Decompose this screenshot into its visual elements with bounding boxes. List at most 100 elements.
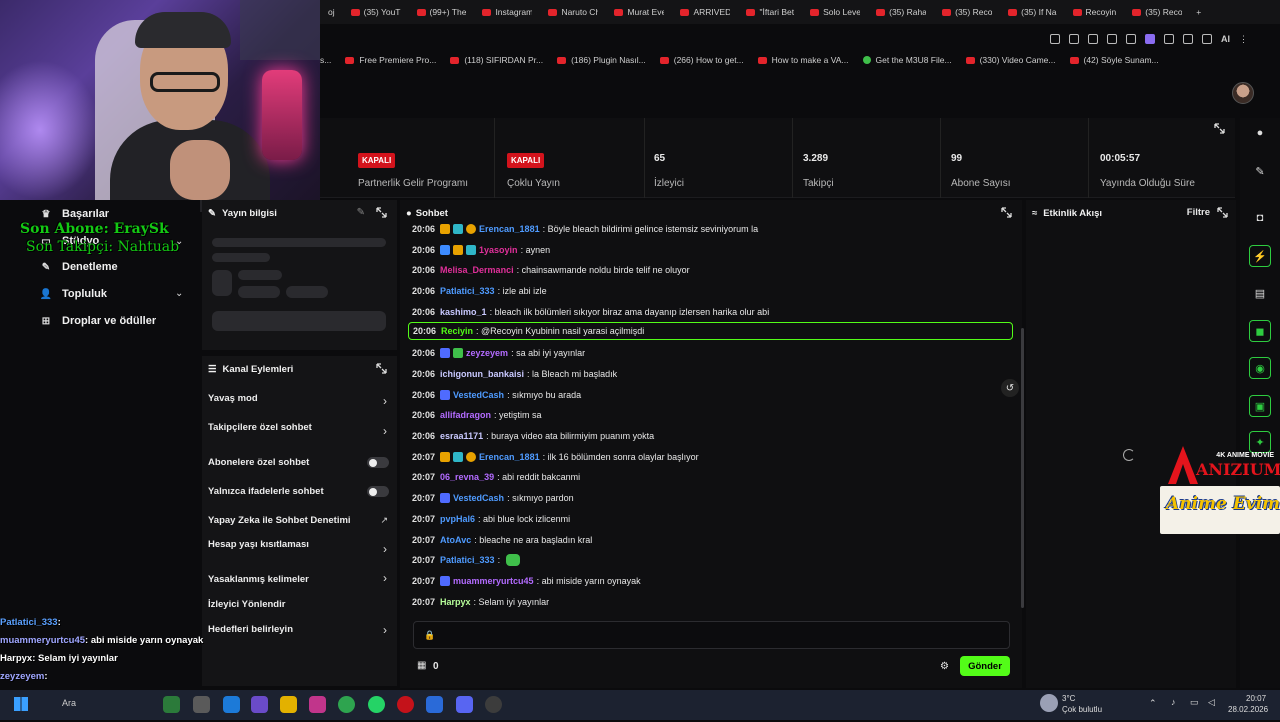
sidebar-item-moderation[interactable]: ✎ Denetleme [40,261,118,273]
chat-message[interactable]: 20:07 06_revna_39: abi reddit bakcanmi [412,470,580,484]
user-avatar[interactable] [1232,82,1254,104]
chat-message[interactable]: 20:06 Melisa_Dermanci: chainsawmande nold… [412,263,690,277]
chat-message[interactable]: 20:07 VestedCash: sıkmıyo pardon [412,491,574,505]
message-username[interactable]: VestedCash [453,390,504,400]
action-ai-moderation[interactable]: Yapay Zeka ile Sohbet Denetimi [208,515,351,526]
expand-icon[interactable] [1214,123,1225,134]
screenshot-icon[interactable] [1069,34,1079,44]
chat-message[interactable]: 20:06 Reciyin: @Recoyin Kyubinin nasil ya… [408,322,1013,340]
chat-message[interactable]: 20:06 ichigonun_bankaisi: la Bleach mi ba… [412,367,617,381]
browser-tab[interactable]: ARRIVED [672,0,738,24]
chrome-icon[interactable] [338,696,355,713]
download-icon[interactable] [1202,34,1212,44]
browser-tab[interactable]: Recoyin [1065,0,1125,24]
discord-icon[interactable] [456,696,473,713]
mic-icon[interactable]: ♪ [1171,697,1176,707]
chevron-right-icon[interactable]: › [383,424,387,438]
subscribers-only-toggle[interactable] [367,457,389,468]
chat-message[interactable]: 20:07 pvpHal6: abi blue lock izlicenmi [412,512,570,526]
sidebar-item-community[interactable]: 👤 Topluluk [40,288,107,300]
chevron-right-icon[interactable]: › [383,542,387,556]
message-username[interactable]: ichigonun_bankaisi [440,369,524,379]
clock-date[interactable]: 28.02.2026 [1228,705,1268,714]
message-username[interactable]: 1yasoyin [479,245,518,255]
scroll-reset-icon[interactable]: ↺ [1001,379,1019,397]
chat-message[interactable]: 20:06 zeyzeyem: sa abi iyi yayınlar [412,346,585,360]
settings-gear-icon[interactable]: ⚙ [940,661,949,672]
chat-message[interactable]: 20:06 VestedCash: sıkmıyo bu arada [412,388,581,402]
message-username[interactable]: zeyzeyem [466,348,508,358]
message-username[interactable]: Reciyin [441,326,473,336]
layout-icon[interactable]: ▣ [1249,395,1271,417]
external-link-icon[interactable]: ↗ [380,515,388,526]
info-icon[interactable]: ● [1249,122,1271,144]
bookmark-item[interactable]: (118) SIFIRDAN Pr... [450,55,543,65]
pencil-icon[interactable]: ✎ [1249,160,1271,182]
bookmark-item[interactable]: (186) Plugin Nasıl... [557,55,646,65]
message-username[interactable]: 06_revna_39 [440,472,494,482]
browser-tab[interactable]: (35) If Na [1000,0,1064,24]
browser-tab[interactable]: (99+) The [409,0,475,24]
bookmark-item[interactable]: (266) How to get... [659,55,744,65]
bookmark-item[interactable]: How to make a VA... [757,55,849,65]
menu-icon[interactable]: ⋮ [1239,34,1248,45]
filter-button[interactable]: Filtre [1187,207,1210,218]
chat-scrollbar[interactable] [1021,328,1024,608]
action-account-age[interactable]: Hesap yaşı kısıtlaması [208,539,309,550]
copilot-icon[interactable] [251,696,268,713]
broadcast-icon[interactable]: ◉ [1249,357,1271,379]
send-button[interactable]: Gönder [960,656,1010,676]
edge-icon[interactable] [223,696,240,713]
whatsapp-icon[interactable] [368,696,385,713]
lightning-icon[interactable]: ⚡ [1249,245,1271,267]
action-banned-words[interactable]: Yasaklanmış kelimeler [208,574,309,585]
browser-tab[interactable]: oj [320,0,343,24]
chat-message[interactable]: 20:06 kashimo_1: bleach ilk bölümleri sık… [412,305,769,319]
message-username[interactable]: kashimo_1 [440,307,487,317]
chat-input[interactable]: 🔒 [413,621,1010,649]
new-tab-button[interactable]: + [1190,7,1207,17]
chat-icon[interactable]: ◼ [1249,320,1271,342]
message-username[interactable]: pvpHal6 [440,514,475,524]
bookmark-item[interactable]: (330) Video Came... [965,55,1056,65]
chat-message[interactable]: 20:07 Patlatici_333: [412,553,521,567]
document-icon[interactable]: ▤ [1249,282,1271,304]
sidebar-item-drops[interactable]: ⊞ Droplar ve ödüller [40,315,156,327]
app-icon[interactable] [485,696,502,713]
search-box[interactable]: Ara [62,698,76,708]
message-username[interactable]: allifadragon [440,410,491,420]
clock-time[interactable]: 20:07 [1246,694,1266,703]
app-icon[interactable] [193,696,210,713]
extension-icon[interactable] [1145,34,1155,44]
heart-icon[interactable] [1126,34,1136,44]
action-followers-only[interactable]: Takipçilere özel sohbet [208,422,312,433]
bookmark-item[interactable]: Get the M3U8 File... [862,55,952,65]
shield-icon[interactable] [1088,34,1098,44]
message-username[interactable]: Melisa_Dermanci [440,265,514,275]
chat-message[interactable]: 20:07 AtoAvc: bleache ne ara başladın kra… [412,533,592,547]
message-username[interactable]: Patlatici_333 [440,555,495,565]
emotes-only-toggle[interactable] [367,486,389,497]
chat-message[interactable]: 20:06 Erencan_1881: Böyle bleach bildirim… [412,222,758,236]
browser-tab[interactable]: (35) Raha [868,0,934,24]
puzzle-icon[interactable] [1164,34,1174,44]
browser-tab[interactable]: Instagram [474,0,540,24]
gift-icon[interactable]: ▦ [417,660,426,671]
opera-icon[interactable] [397,696,414,713]
chat-message[interactable]: 20:06 allifadragon: yetiştim sa [412,408,542,422]
volume-icon[interactable]: ◁ [1208,697,1215,708]
chevron-right-icon[interactable]: › [383,623,387,637]
browser-tab[interactable]: Naruto Ch [540,0,606,24]
chevron-down-icon[interactable]: ⌄ [175,288,183,299]
app-icon[interactable] [426,696,443,713]
message-username[interactable]: Erencan_1881 [479,224,540,234]
message-username[interactable]: Erencan_1881 [479,452,540,462]
camera-icon[interactable]: ◘ [1249,207,1271,229]
chevron-right-icon[interactable]: › [383,571,387,585]
message-username[interactable]: Patlatici_333 [440,286,495,296]
message-username[interactable]: esraa1171 [440,431,483,441]
chevron-right-icon[interactable]: › [383,394,387,408]
bookmark-item[interactable]: s... [320,55,331,65]
expand-icon[interactable] [1001,207,1012,218]
windows-start-icon[interactable] [14,697,28,711]
